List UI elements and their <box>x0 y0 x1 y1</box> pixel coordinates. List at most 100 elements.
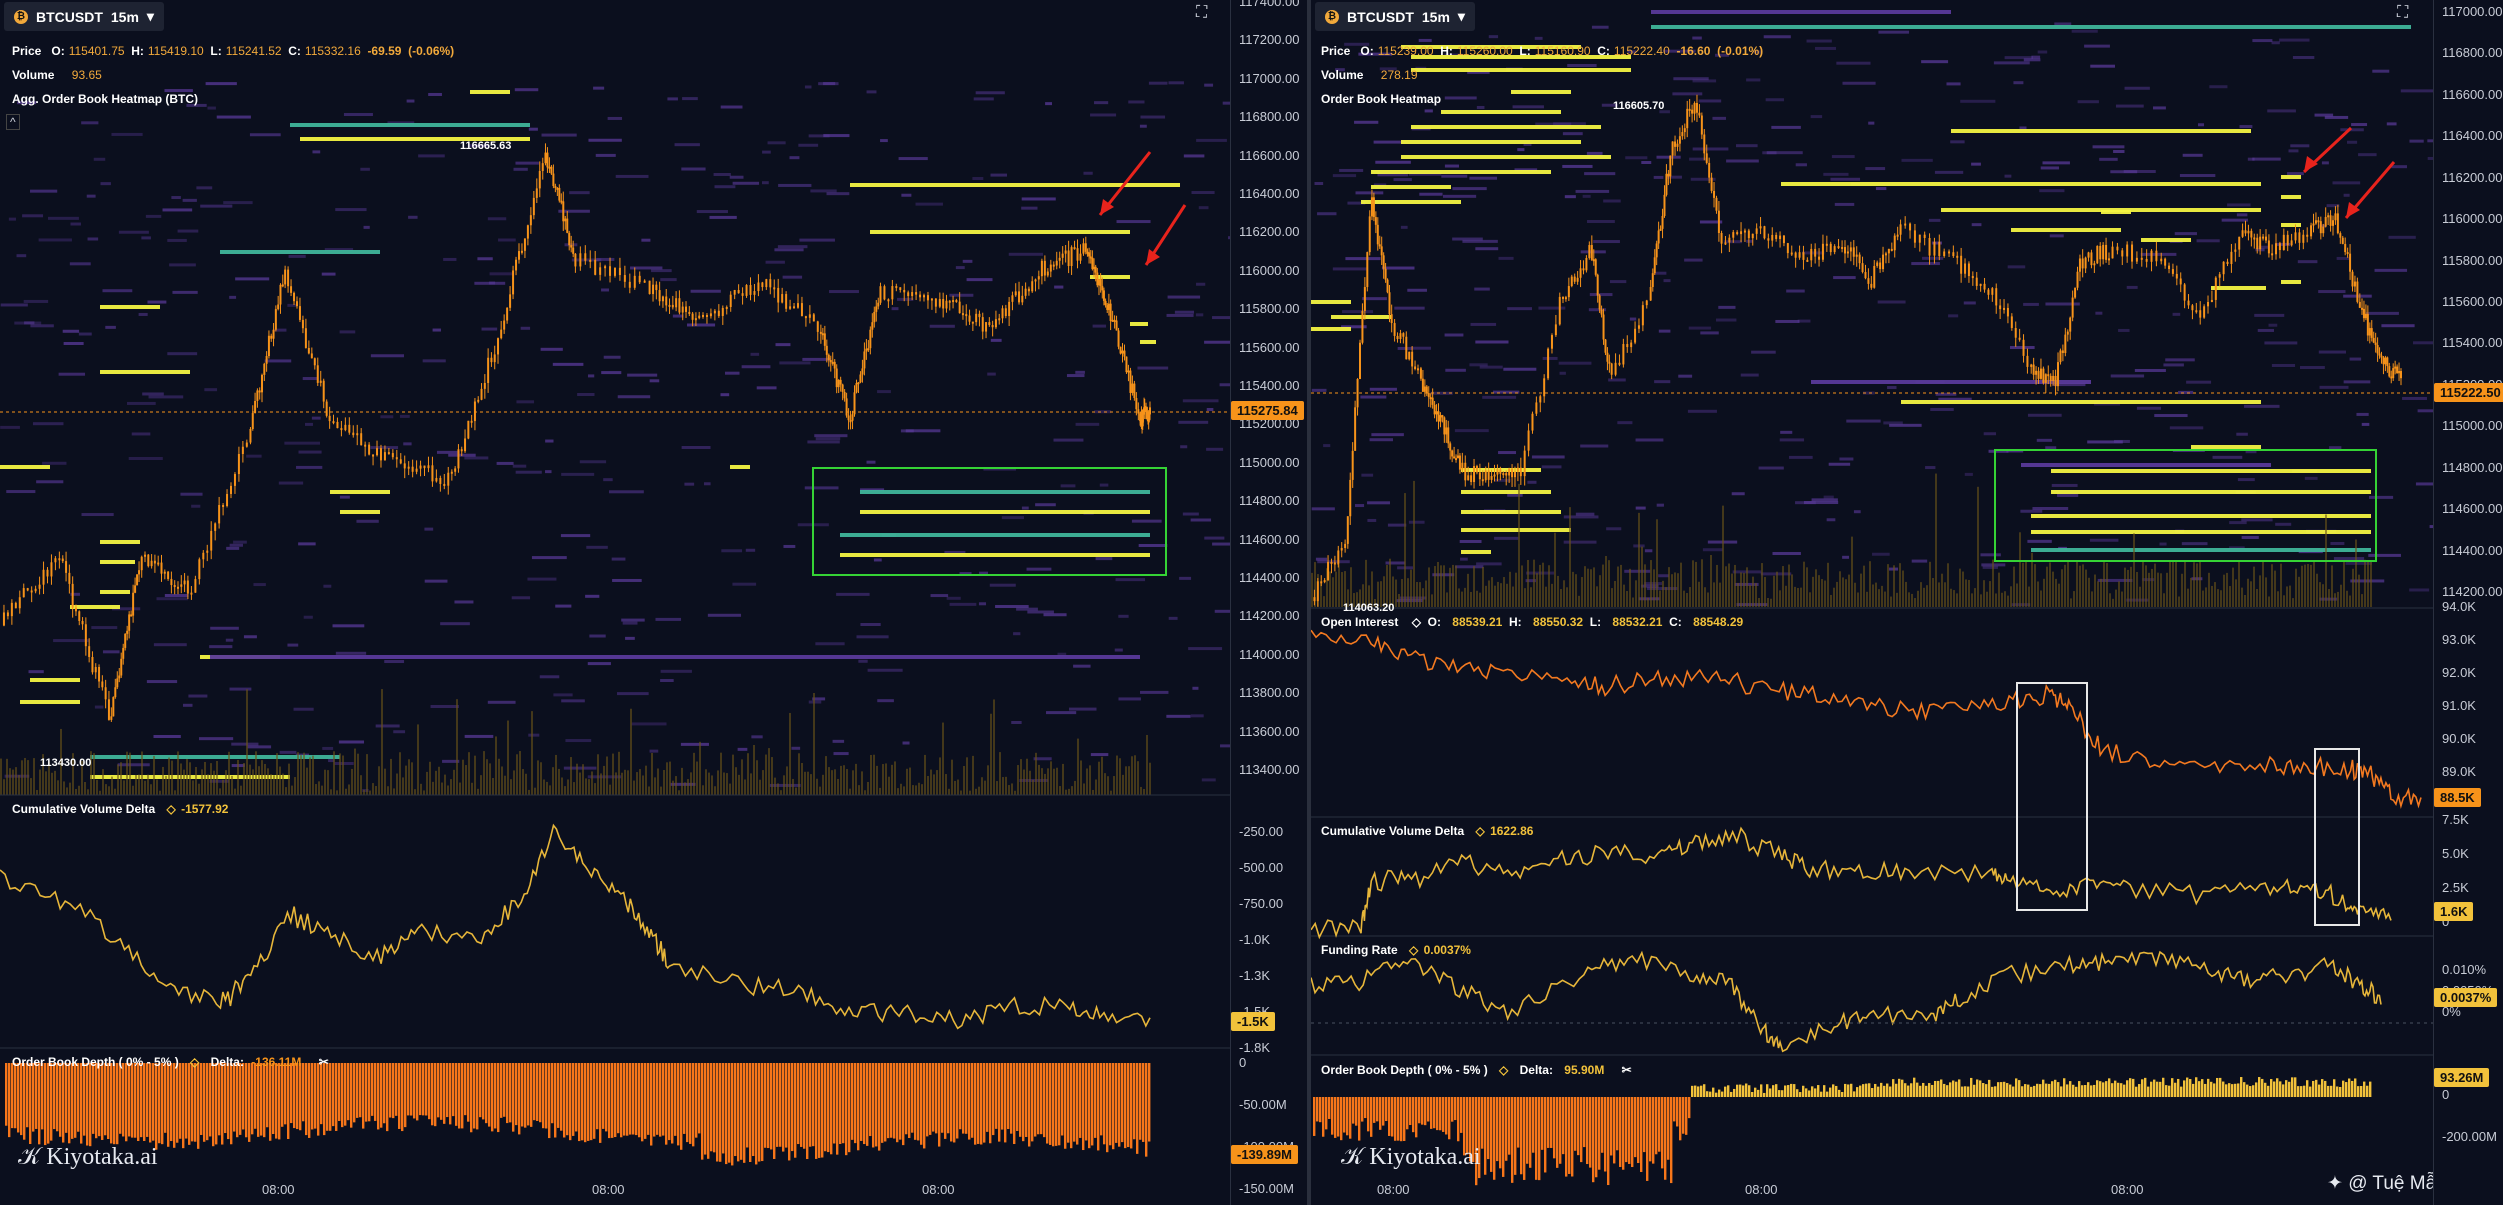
heatmap-cell <box>1731 492 1745 496</box>
depth-bar <box>488 1063 491 1127</box>
volume-bar <box>651 753 653 795</box>
candle-body <box>18 597 21 609</box>
logo-mark-icon: 𝒦 <box>18 1144 41 1170</box>
candle-body <box>1674 141 1677 147</box>
collapse-icon[interactable]: ^ <box>6 114 20 130</box>
candle-body <box>316 365 319 383</box>
heatmap-cell <box>1567 64 1597 68</box>
fullscreen-icon[interactable]: ⛶ <box>2397 4 2408 22</box>
candle-body <box>267 335 270 357</box>
depth-bar <box>701 1063 704 1160</box>
depth-bar <box>1688 1097 1691 1119</box>
depth-bar <box>1853 1091 1856 1097</box>
depth-bar <box>1727 1085 1730 1097</box>
left-price-axis[interactable]: 117400.00 117200.00 117000.00 116800.00 1166… <box>1230 0 1307 1205</box>
candle-body <box>439 477 442 484</box>
fullscreen-icon[interactable]: ⛶ <box>1196 4 1207 22</box>
depth-bar <box>2063 1078 2066 1097</box>
candle-body <box>1461 462 1464 470</box>
depth-bar <box>1985 1084 1988 1097</box>
candle-body <box>2392 368 2395 379</box>
volume-bar <box>678 790 680 795</box>
depth-bar <box>611 1063 614 1138</box>
candle-body <box>1464 462 1467 481</box>
left-symbol-selector[interactable]: ₿ BTCUSDT 15m ▾ <box>4 2 164 31</box>
depth-bar <box>2045 1083 2048 1097</box>
candle-body <box>1579 268 1582 278</box>
heatmap-level <box>1411 125 1601 129</box>
volume-bar <box>882 764 884 795</box>
right-chart-pane[interactable]: ₿ BTCUSDT 15m ▾ ⛶ Price O: 115239.00 H: 11… <box>1311 0 2503 1205</box>
volume-bar <box>387 786 389 795</box>
heatmap-cell <box>126 401 156 405</box>
depth-bar <box>1658 1097 1661 1152</box>
candle-body <box>1411 351 1414 367</box>
candle-body <box>847 415 850 421</box>
candle-body <box>470 420 473 423</box>
volume-bar <box>483 751 485 795</box>
high-value: 115419.10 <box>147 44 204 58</box>
left-chart-pane[interactable]: ₿ BTCUSDT 15m ▾ ⛶ Price O: 115401.75 H: 11… <box>0 0 1307 1205</box>
depth-bar <box>308 1063 311 1138</box>
depth-bar <box>377 1063 380 1130</box>
right-chart-svg[interactable] <box>1311 0 2433 1205</box>
candle-body <box>1991 288 1994 295</box>
heatmap-cell <box>2023 58 2041 62</box>
volume-bar <box>1035 752 1037 795</box>
volume-bar <box>1029 770 1031 795</box>
candle-body <box>226 493 229 506</box>
heatmap-cell <box>1687 409 1717 413</box>
depth-bar <box>1454 1097 1457 1121</box>
heatmap-cell <box>1094 410 1112 414</box>
heatmap-cell <box>1644 549 1653 553</box>
candle-body <box>218 505 221 524</box>
heatmap-level <box>20 700 80 704</box>
right-symbol-selector[interactable]: ₿ BTCUSDT 15m ▾ <box>1315 2 1475 31</box>
candle-body <box>198 559 201 580</box>
scissors-icon[interactable]: ✂ <box>319 1055 329 1069</box>
volume-bar <box>1602 564 1604 607</box>
right-plot-area[interactable] <box>1311 0 2433 1205</box>
candle-body <box>1021 295 1024 303</box>
depth-bar <box>212 1063 215 1147</box>
candle-body <box>1027 288 1030 292</box>
diamond-icon: ◇ <box>190 1055 200 1069</box>
heatmap-cell <box>1408 520 1425 524</box>
volume-bar <box>513 770 515 795</box>
heatmap-cell <box>823 134 850 138</box>
volume-bar <box>1674 572 1676 607</box>
heatmap-cell <box>30 324 54 328</box>
scissors-icon[interactable]: ✂ <box>1622 1063 1632 1077</box>
depth-bar <box>449 1063 452 1125</box>
candle-body <box>930 298 933 301</box>
depth-bar <box>458 1063 461 1129</box>
candle-body <box>1717 210 1720 233</box>
left-plot-area[interactable] <box>0 0 1230 1205</box>
candle-body <box>562 201 565 222</box>
depth-bar <box>590 1063 593 1141</box>
volume-bar <box>1836 581 1838 607</box>
candle-body <box>190 592 193 595</box>
volume-bar <box>1851 536 1853 607</box>
heatmap-cell <box>138 312 148 316</box>
depth-bar <box>1763 1092 1766 1097</box>
candle-body <box>2218 274 2221 278</box>
right-price-axis[interactable]: 117000.00 116800.00 116600.00 116400.00 1162… <box>2433 0 2503 1205</box>
candle-body <box>1933 241 1936 256</box>
candle-body <box>568 232 571 246</box>
candle-body <box>1594 259 1597 275</box>
heatmap-cell <box>1672 92 1703 96</box>
volume-bar <box>1563 580 1565 607</box>
candle-body <box>831 361 834 364</box>
heatmap-cell <box>1166 313 1194 317</box>
heatmap-cell <box>2172 312 2181 316</box>
heatmap-cell <box>171 196 181 200</box>
left-chart-svg[interactable] <box>0 0 1230 1205</box>
heatmap-cell <box>1314 182 1324 186</box>
volume-bar <box>2349 595 2351 607</box>
heatmap-cell <box>70 222 81 226</box>
heatmap-cell <box>2254 313 2285 317</box>
heatmap-cell <box>443 257 457 261</box>
right-price-tick: 115600.00 <box>2442 294 2503 309</box>
candle-body <box>945 300 948 309</box>
